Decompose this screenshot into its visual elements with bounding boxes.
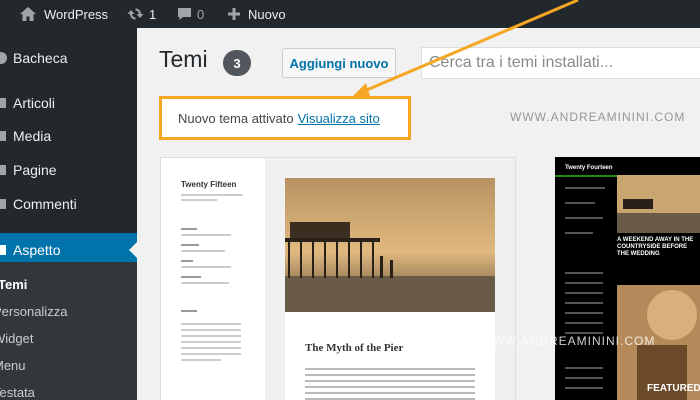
preview-text-line [565,367,603,369]
theme-preview-site-title: Twenty Fifteen [181,180,237,189]
preview-text-line [565,187,605,189]
submenu-item-customize[interactable]: Personalizza [0,304,67,319]
sidebar-item-label: Media [13,128,52,144]
theme-preview-sidebar: Twenty Fifteen [161,158,265,400]
preview-text-line [565,377,603,379]
pages-icon [0,163,8,177]
theme-count-badge: 3 [223,50,251,76]
plus-icon [228,8,240,20]
submenu-item-widgets[interactable]: Widget [0,331,33,346]
site-name-link[interactable]: WordPress [20,0,108,28]
submenu-item-themes[interactable]: Temi [0,277,27,292]
theme-preview-site-title: Twenty Fourteen [565,165,613,171]
preview-text-line [565,387,603,389]
preview-text-line [565,272,603,274]
sidebar-item-label: Aspetto [13,242,61,258]
featured-label: FEATURED [647,383,700,394]
pin-icon [0,96,8,110]
preview-text-line [181,199,217,201]
sidebar-item-pages[interactable]: Pagine [0,155,137,185]
preview-text-line [305,368,475,370]
sidebar-item-label: Bacheca [13,50,68,66]
sidebar-item-posts[interactable]: Articoli [0,88,137,118]
preview-text-line [181,266,231,268]
preview-text-line [181,282,229,284]
preview-text-line [565,312,603,314]
theme-card-twenty-fourteen[interactable]: Twenty Fourteen A WEEKEND AWAY IN THE CO… [555,157,700,400]
pier-photo-small [617,175,700,233]
theme-activated-notice: Nuovo tema attivato Visualizza sito [159,96,411,140]
sidebar-item-dashboard[interactable]: Bacheca [0,43,137,73]
preview-text-line [181,329,241,331]
preview-text-line [305,380,475,382]
sidebar-item-label: Pagine [13,162,57,178]
page-title: Temi [159,46,208,72]
preview-text-line [565,282,603,284]
search-input[interactable] [421,47,700,79]
sidebar-item-label: Commenti [13,196,77,212]
preview-text-line [181,323,241,325]
preview-text-line [181,353,241,355]
preview-text-line [181,359,221,361]
notice-text: Nuovo tema attivato [178,110,294,126]
preview-text-line [181,310,197,312]
home-icon [20,7,36,21]
theme-preview-post: The Myth of the Pier [285,178,495,400]
comments-icon [0,197,8,211]
updates-count: 1 [149,6,157,22]
preview-text-line [181,244,199,246]
preview-text-line [565,322,603,324]
new-label: Nuovo [248,6,286,22]
comments-count: 0 [197,6,205,22]
preview-text-line [181,347,241,349]
watermark: WWW.ANDREAMININI.COM [510,110,686,124]
comments-link[interactable]: 0 [177,0,204,28]
preview-text-line [565,302,603,304]
admin-sidebar: Bacheca Articoli Media Pagine Commenti A… [0,28,137,400]
preview-text-line [305,392,475,394]
updates-link[interactable]: 1 [127,0,156,28]
comment-bubble-icon [178,8,191,20]
media-icon [0,129,8,143]
theme-preview-post-title: The Myth of the Pier [305,342,404,354]
preview-text-line [565,217,603,219]
theme-card-twenty-fifteen[interactable]: Twenty Fifteen The Myth of the Pier [160,157,516,400]
view-site-link[interactable]: Visualizza sito [298,111,380,126]
appearance-icon [0,243,8,257]
preview-text-line [181,335,241,337]
sidebar-item-label: Articoli [13,95,56,111]
preview-text-line [181,250,225,252]
site-name: WordPress [44,6,109,22]
theme-preview-post-title: A WEEKEND AWAY IN THE COUNTRYSIDE BEFORE… [617,237,694,257]
preview-text-line [181,194,243,196]
updates-icon [127,8,144,20]
add-new-button[interactable]: Aggiungi nuovo [282,48,396,78]
preview-text-line [305,386,475,388]
sidebar-item-comments[interactable]: Commenti [0,189,137,219]
admin-bar: WordPress 1 0 Nuovo [0,0,700,28]
preview-text-line [181,234,231,236]
preview-text-line [181,341,241,343]
preview-text-line [181,276,201,278]
preview-text-line [565,202,595,204]
preview-text-line [305,374,475,376]
preview-text-line [565,232,593,234]
preview-text-line [181,260,193,262]
submenu-item-menus[interactable]: Menu [0,358,26,373]
dashboard-icon [0,51,8,65]
new-content-link[interactable]: Nuovo [228,0,286,28]
submenu-item-header[interactable]: Testata [0,385,35,400]
watermark: WWW.ANDREAMININI.COM [480,334,656,348]
pier-photo [285,178,495,312]
preview-text-line [565,292,603,294]
appearance-submenu: Temi Personalizza Widget Menu Testata [0,262,137,400]
preview-text-line [181,228,197,230]
sidebar-item-media[interactable]: Media [0,121,137,151]
